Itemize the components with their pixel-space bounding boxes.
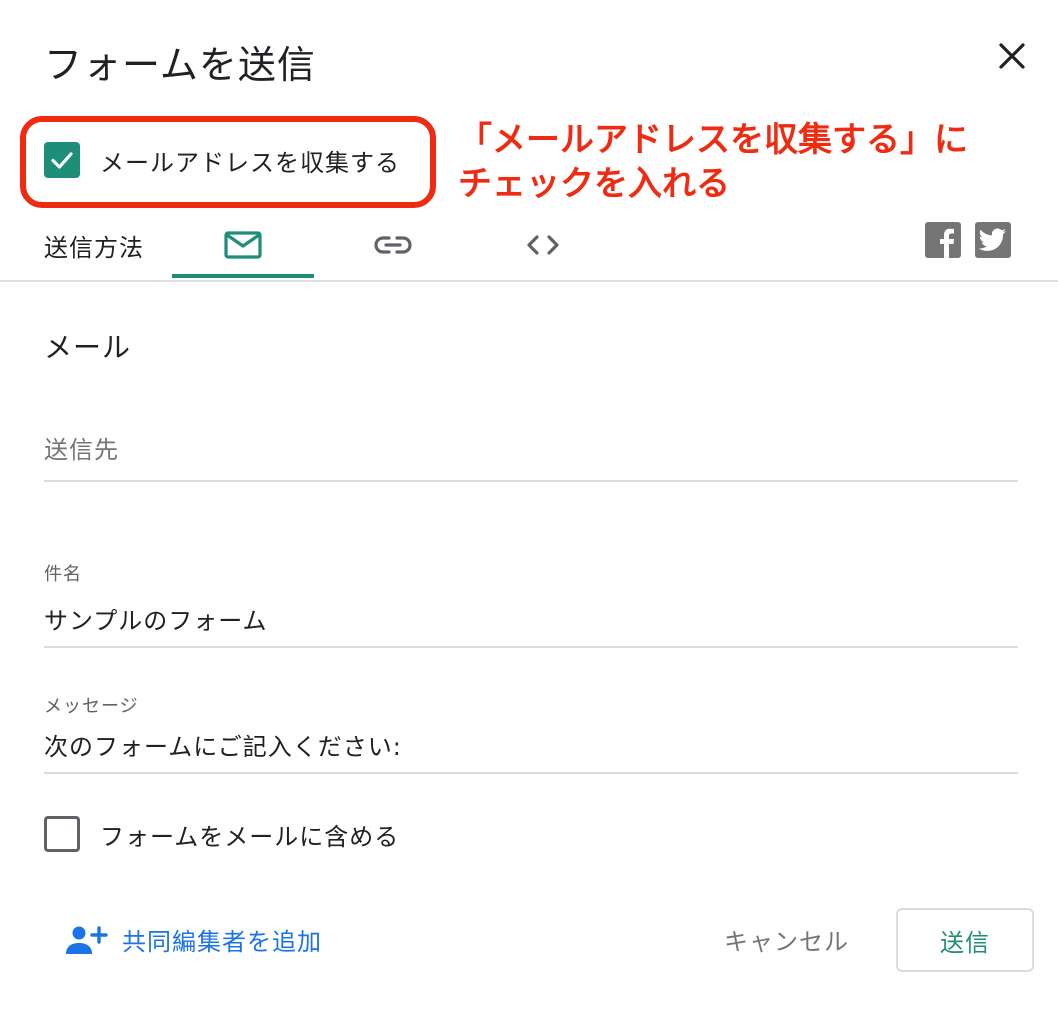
add-person-icon [66, 925, 108, 954]
active-tab-indicator [172, 274, 314, 278]
add-collaborators-button[interactable]: 共同編集者を追加 [64, 922, 322, 957]
tab-divider [0, 280, 1058, 282]
cancel-button[interactable]: キャンセル [724, 922, 849, 957]
facebook-share-button[interactable] [925, 222, 961, 258]
tab-link[interactable] [322, 212, 464, 278]
to-input[interactable] [44, 436, 1018, 464]
tab-embed[interactable] [472, 212, 614, 278]
add-collaborators-label: 共同編集者を追加 [122, 928, 322, 956]
include-form-label: フォームをメールに含める [100, 822, 400, 851]
to-field [44, 436, 1018, 482]
collect-email-row: メールアドレスを収集する [44, 140, 400, 180]
embed-code-icon [527, 235, 559, 255]
checkmark-icon [51, 152, 73, 169]
link-icon [374, 236, 412, 254]
dialog-title: フォームを送信 [44, 43, 316, 87]
message-field [44, 730, 1018, 774]
collect-email-label: メールアドレスを収集する [100, 148, 400, 177]
collect-email-checkbox[interactable] [44, 142, 80, 178]
tab-email[interactable] [172, 212, 314, 278]
send-form-dialog: フォームを送信 メールアドレスを収集する 「メールアドレスを収集する」に チェッ… [0, 0, 1058, 1013]
subject-label: 件名 [44, 564, 82, 585]
message-label: メッセージ [44, 696, 139, 717]
annotation-line-2: チェックを入れる [458, 164, 730, 204]
mail-icon [224, 231, 262, 259]
send-via-label: 送信方法 [44, 234, 144, 262]
include-form-checkbox[interactable] [44, 816, 80, 852]
twitter-share-button[interactable] [975, 222, 1011, 258]
send-button[interactable]: 送信 [896, 908, 1034, 972]
annotation-line-1: 「メールアドレスを収集する」に [458, 120, 968, 160]
include-form-row: フォームをメールに含める [44, 816, 399, 852]
close-button[interactable] [992, 36, 1032, 76]
annotation-text: 「メールアドレスを収集する」に チェックを入れる [458, 118, 968, 206]
subject-input[interactable] [44, 604, 1018, 632]
subject-field [44, 604, 1018, 648]
close-icon [999, 43, 1025, 69]
facebook-icon [940, 228, 954, 258]
message-input[interactable] [44, 730, 1018, 758]
twitter-icon [978, 228, 1006, 251]
email-section-title: メール [44, 331, 132, 364]
